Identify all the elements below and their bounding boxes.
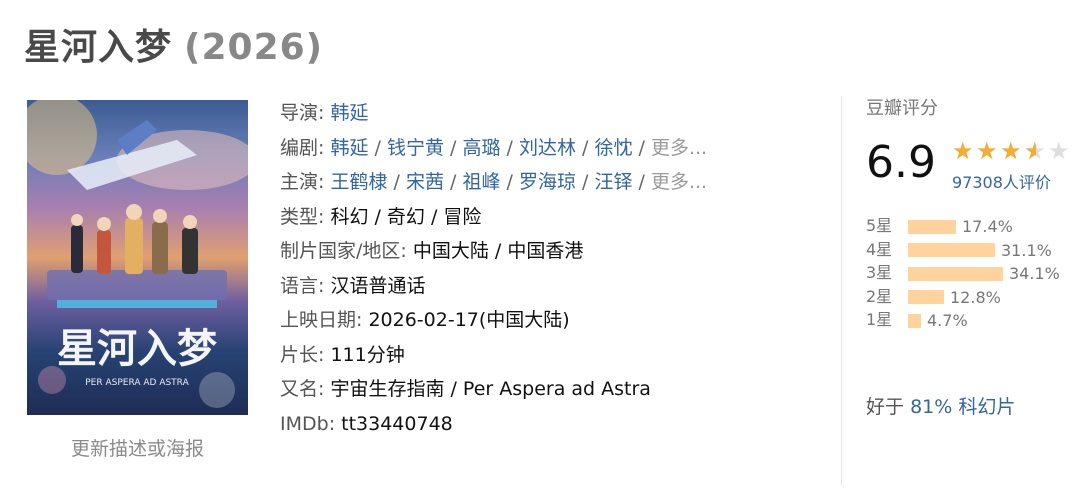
release-row: 上映日期: 2026-02-17(中国大陆): [280, 303, 707, 338]
cast-link[interactable]: 宋茜: [406, 171, 444, 193]
separator: /: [387, 171, 406, 193]
distribution-percent: 12.8%: [950, 287, 1001, 307]
cast-row: 主演: 王鹤棣 / 宋茜 / 祖峰 / 罗海琼 / 汪铎 / 更多...: [280, 165, 707, 200]
distribution-percent: 4.7%: [927, 310, 968, 330]
star-icon: ★ ★: [952, 137, 974, 165]
cast-label: 主演:: [280, 171, 325, 193]
poster-artwork: 星河入梦 PER ASPERA AD ASTRA: [27, 100, 248, 408]
page-title: 星河入梦 (2026): [24, 18, 323, 70]
distribution-row: 1星 4.7%: [866, 308, 1060, 332]
separator: /: [443, 136, 463, 159]
cast-link[interactable]: 汪铎: [594, 171, 632, 193]
language-label: 语言:: [280, 274, 325, 297]
region-label: 制片国家/地区:: [280, 240, 407, 262]
runtime-value: 111分钟: [330, 343, 405, 366]
cast-link[interactable]: 祖峰: [462, 171, 500, 193]
imdb-value: tt33440748: [341, 412, 453, 435]
separator: /: [368, 136, 387, 159]
movie-poster[interactable]: 星河入梦 PER ASPERA AD ASTRA: [27, 100, 248, 415]
distribution-percent: 34.1%: [1009, 263, 1060, 283]
distribution-row: 3星 34.1%: [866, 261, 1060, 285]
release-label: 上映日期:: [280, 309, 363, 331]
aka-label: 又名:: [280, 378, 325, 400]
better-than-link[interactable]: 81% 科幻片: [910, 396, 1015, 418]
distribution-row: 4星 31.1%: [866, 238, 1060, 262]
distribution-bar: [908, 290, 944, 304]
distribution-row: 5星 17.4%: [866, 214, 1060, 238]
writer-link[interactable]: 钱宁黄: [387, 137, 444, 159]
better-prefix: 好于: [866, 396, 905, 418]
section-divider: [841, 96, 842, 486]
genre-value: 科幻 / 奇幻 / 冒险: [330, 205, 482, 228]
distribution-bar: [908, 313, 921, 328]
rating-stars: ★ ★ ★ ★ ★ ★ ★ ★ ★: [952, 137, 1072, 165]
writers-more-link[interactable]: 更多...: [651, 137, 707, 159]
movie-info: 导演: 韩延 编剧: 韩延 / 钱宁黄 / 高璐 / 刘达林 / 徐忱 / 更多…: [280, 96, 707, 441]
release-value: 2026-02-17(中国大陆): [368, 309, 570, 331]
director-link[interactable]: 韩延: [330, 102, 368, 124]
region-row: 制片国家/地区: 中国大陆 / 中国香港: [280, 234, 707, 269]
genre-row: 类型: 科幻 / 奇幻 / 冒险: [280, 200, 707, 235]
cast-more-link[interactable]: 更多...: [651, 171, 707, 193]
writer-link[interactable]: 刘达林: [519, 137, 576, 159]
rating-distribution: 5星 17.4% 4星 31.1% 3星 34.1% 2星 12.8% 1星 4.7%: [866, 214, 1060, 332]
svg-text:PER ASPERA AD ASTRA: PER ASPERA AD ASTRA: [85, 378, 189, 388]
aka-value: 宇宙生存指南 / Per Aspera ad Astra: [330, 378, 651, 400]
star-level-label: 1星: [866, 310, 893, 329]
star-icon: ★ ★: [976, 137, 998, 165]
imdb-row: IMDb: tt33440748: [280, 407, 707, 442]
runtime-row: 片长: 111分钟: [280, 338, 707, 373]
language-row: 语言: 汉语普通话: [280, 269, 707, 304]
star-level-label: 2星: [866, 286, 893, 306]
star-icon: ★: [1048, 137, 1070, 165]
genre-label: 类型:: [280, 205, 325, 228]
better-than: 好于 81% 科幻片: [866, 392, 1015, 419]
director-label: 导演:: [280, 102, 325, 124]
separator: /: [575, 136, 595, 159]
separator: /: [443, 171, 463, 193]
separator: /: [500, 136, 519, 159]
separator: /: [632, 136, 651, 159]
aka-row: 又名: 宇宙生存指南 / Per Aspera ad Astra: [280, 372, 707, 407]
rating-panel: 豆瓣评分 6.9 ★ ★ ★ ★ ★ ★ ★ ★ ★ 97308人评价 5星 17.4% 4星 31.…: [866, 96, 1080, 418]
distribution-bar: [908, 219, 956, 234]
region-value: 中国大陆 / 中国香港: [412, 240, 584, 262]
movie-year: (2026): [184, 27, 324, 68]
distribution-row: 2星 12.8%: [866, 285, 1060, 309]
separator: /: [575, 171, 595, 193]
star-level-label: 4星: [866, 239, 893, 259]
rating-score: 6.9: [866, 137, 936, 188]
votes-link[interactable]: 97308人评价: [952, 169, 1051, 193]
cast-link[interactable]: 罗海琼: [519, 171, 576, 193]
runtime-label: 片长:: [280, 343, 325, 366]
separator: /: [500, 171, 519, 193]
cast-link[interactable]: 王鹤棣: [330, 171, 387, 193]
imdb-label: IMDb:: [280, 412, 336, 435]
distribution-bar: [908, 266, 1003, 281]
update-poster-link[interactable]: 更新描述或海报: [27, 434, 248, 461]
rating-title: 豆瓣评分: [866, 98, 938, 119]
star-icon: ★ ★: [1024, 137, 1046, 165]
star-level-label: 3星: [866, 263, 893, 282]
writer-link[interactable]: 徐忱: [594, 137, 632, 159]
distribution-bar: [908, 243, 995, 257]
writers-row: 编剧: 韩延 / 钱宁黄 / 高璐 / 刘达林 / 徐忱 / 更多...: [280, 131, 707, 166]
writers-label: 编剧:: [280, 136, 325, 159]
movie-title: 星河入梦: [24, 27, 173, 68]
director-row: 导演: 韩延: [280, 96, 707, 131]
svg-text:星河入梦: 星河入梦: [57, 325, 217, 372]
separator: /: [632, 171, 651, 193]
writer-link[interactable]: 高璐: [462, 137, 500, 159]
star-icon: ★ ★: [1000, 137, 1022, 165]
writer-link[interactable]: 韩延: [330, 137, 368, 159]
language-value: 汉语普通话: [330, 274, 426, 297]
distribution-percent: 17.4%: [962, 216, 1013, 236]
star-level-label: 5星: [866, 216, 893, 235]
distribution-percent: 31.1%: [1001, 240, 1052, 260]
